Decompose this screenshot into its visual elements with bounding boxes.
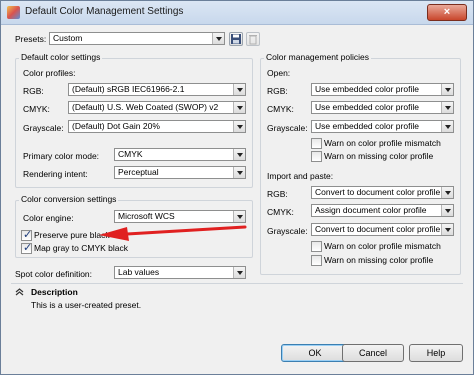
chevron-down-icon[interactable]	[233, 149, 245, 160]
annotation-arrow	[99, 225, 247, 241]
preserve-black-checkbox[interactable]	[21, 228, 32, 241]
chevron-down-icon[interactable]	[441, 224, 453, 235]
color-engine-value: Microsoft WCS	[118, 211, 175, 221]
window-title: Default Color Management Settings	[25, 6, 184, 17]
grayscale-label: Grayscale:	[23, 123, 64, 133]
open-grayscale-label: Grayscale:	[267, 123, 308, 133]
grayscale-profile-value: (Default) Dot Gain 20%	[72, 121, 160, 131]
import-grayscale-label: Grayscale:	[267, 226, 308, 236]
dialog-window: Default Color Management Settings × Pres…	[0, 0, 474, 375]
rgb-label: RGB:	[23, 86, 44, 96]
open-rgb-select[interactable]: Use embedded color profile	[311, 83, 454, 96]
import-cmyk-label: CMYK:	[267, 207, 294, 217]
import-warn-mismatch-label: Warn on color profile mismatch	[324, 241, 441, 251]
open-rgb-value: Use embedded color profile	[315, 84, 419, 94]
cmyk-profile-value: (Default) U.S. Web Coated (SWOP) v2	[72, 102, 219, 112]
chevron-down-icon[interactable]	[233, 167, 245, 178]
open-warn-missing-checkbox[interactable]	[311, 151, 322, 162]
collapse-chevron-icon[interactable]	[15, 287, 24, 296]
primary-mode-value: CMYK	[118, 149, 143, 159]
app-icon	[7, 6, 20, 19]
chevron-down-icon[interactable]	[233, 267, 245, 278]
chevron-down-icon[interactable]	[441, 121, 453, 132]
import-grayscale-select[interactable]: Convert to document color profile	[311, 223, 454, 236]
map-gray-checkbox[interactable]	[21, 241, 32, 254]
default-color-title: Default color settings	[19, 52, 103, 62]
open-cmyk-value: Use embedded color profile	[315, 102, 419, 112]
save-preset-button[interactable]	[229, 32, 243, 46]
cancel-button[interactable]: Cancel	[342, 344, 404, 362]
conversion-title: Color conversion settings	[19, 194, 119, 204]
import-cmyk-select[interactable]: Assign document color profile	[311, 204, 454, 217]
chevron-down-icon[interactable]	[441, 102, 453, 113]
rgb-profile-select[interactable]: (Default) sRGB IEC61966-2.1	[68, 83, 246, 96]
color-profiles-label: Color profiles:	[23, 68, 76, 78]
open-warn-missing-label: Warn on missing color profile	[324, 151, 434, 161]
open-grayscale-value: Use embedded color profile	[315, 121, 419, 131]
description-title: Description	[31, 287, 78, 297]
open-warn-mismatch-label: Warn on color profile mismatch	[324, 138, 441, 148]
import-warn-missing-label: Warn on missing color profile	[324, 255, 434, 265]
description-text: This is a user-created preset.	[31, 300, 142, 310]
import-rgb-select[interactable]: Convert to document color profile	[311, 186, 454, 199]
import-rgb-label: RGB:	[267, 189, 288, 199]
divider	[11, 283, 463, 284]
policies-title: Color management policies	[264, 52, 371, 62]
cmyk-profile-select[interactable]: (Default) U.S. Web Coated (SWOP) v2	[68, 101, 246, 114]
help-button[interactable]: Help	[409, 344, 463, 362]
import-paste-label: Import and paste:	[267, 171, 334, 181]
open-warn-mismatch-checkbox[interactable]	[311, 138, 322, 149]
import-rgb-value: Convert to document color profile	[315, 187, 441, 197]
spot-color-select[interactable]: Lab values	[114, 266, 246, 279]
chevron-down-icon[interactable]	[441, 187, 453, 198]
presets-value: Custom	[53, 33, 83, 43]
chevron-down-icon[interactable]	[233, 84, 245, 95]
save-icon	[231, 34, 241, 44]
color-engine-label: Color engine:	[23, 213, 74, 223]
chevron-down-icon[interactable]	[441, 84, 453, 95]
open-label: Open:	[267, 68, 291, 78]
rendering-intent-select[interactable]: Perceptual	[114, 166, 246, 179]
chevron-down-icon[interactable]	[441, 205, 453, 216]
map-gray-label: Map gray to CMYK black	[34, 243, 129, 253]
open-cmyk-label: CMYK:	[267, 104, 294, 114]
chevron-down-icon[interactable]	[212, 33, 224, 44]
trash-icon	[249, 35, 257, 45]
presets-label: Presets:	[15, 34, 47, 44]
title-bar: Default Color Management Settings ×	[1, 1, 473, 25]
rgb-profile-value: (Default) sRGB IEC61966-2.1	[72, 84, 185, 94]
primary-mode-label: Primary color mode:	[23, 151, 100, 161]
import-warn-missing-checkbox[interactable]	[311, 255, 322, 266]
open-cmyk-select[interactable]: Use embedded color profile	[311, 101, 454, 114]
primary-mode-select[interactable]: CMYK	[114, 148, 246, 161]
ok-button[interactable]: OK	[281, 344, 349, 362]
open-grayscale-select[interactable]: Use embedded color profile	[311, 120, 454, 133]
delete-preset-button[interactable]	[246, 32, 260, 46]
spot-color-label: Spot color definition:	[15, 269, 93, 279]
import-grayscale-value: Convert to document color profile	[315, 224, 441, 234]
import-cmyk-value: Assign document color profile	[315, 205, 427, 215]
rendering-intent-value: Perceptual	[118, 167, 159, 177]
import-warn-mismatch-checkbox[interactable]	[311, 241, 322, 252]
close-button[interactable]: ×	[427, 4, 467, 21]
grayscale-profile-select[interactable]: (Default) Dot Gain 20%	[68, 120, 246, 133]
open-rgb-label: RGB:	[267, 86, 288, 96]
chevron-down-icon[interactable]	[233, 121, 245, 132]
presets-select[interactable]: Custom	[49, 32, 225, 45]
chevron-down-icon[interactable]	[233, 102, 245, 113]
cmyk-label: CMYK:	[23, 104, 50, 114]
rendering-intent-label: Rendering intent:	[23, 169, 88, 179]
spot-color-value: Lab values	[118, 267, 160, 277]
